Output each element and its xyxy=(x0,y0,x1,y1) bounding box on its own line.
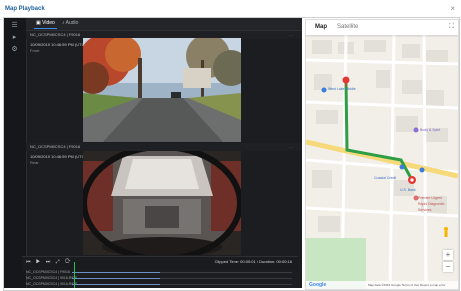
zoom-out-button[interactable]: − xyxy=(443,262,453,272)
map-attribution[interactable]: Map data ©2019 Google Terms of Use Repor… xyxy=(368,281,445,289)
list-icon[interactable]: ☰ xyxy=(10,21,19,30)
zoom-in-button[interactable]: + xyxy=(443,250,453,260)
left-rail: ☰ ▸ ⚙ xyxy=(4,18,27,288)
map-canvas[interactable] xyxy=(306,20,458,289)
poi-label[interactable]: Premier Urgent xyxy=(418,196,442,200)
timeline-track[interactable]: NC_OCSPM0CSC4 | F9016 xyxy=(22,270,298,275)
window-title: Map Playback xyxy=(5,6,45,12)
tab-audio[interactable]: ♪ Audio xyxy=(62,20,78,26)
media-tabs: ▣ Video ♪ Audio xyxy=(26,18,302,31)
map-type-tabs: Map Satellite ⛶ xyxy=(306,20,458,35)
playhead[interactable] xyxy=(74,262,75,288)
timeline-track[interactable]: NC_OCSPM0CSC4 | 9016-RIDE xyxy=(22,276,298,281)
track-bar xyxy=(72,278,292,279)
tab-video[interactable]: ▣ Video xyxy=(34,20,57,29)
playback-controls: ⏮ ▶ ⏭ ⤢ ⟳ Clipped Time: 00:00:01 / Durat… xyxy=(22,256,298,271)
tab-map[interactable]: Map xyxy=(315,24,327,30)
timeline-track[interactable]: NC_OCSPM0CSC4 | 9016-RIDE xyxy=(22,282,298,287)
front-camera-video[interactable] xyxy=(83,38,241,142)
map-footer: Map data ©2019 Google Terms of Use Repor… xyxy=(306,281,458,289)
tab-audio-label: Audio xyxy=(65,20,79,26)
vehicle-marker[interactable] xyxy=(408,176,416,184)
camera-2-label: Rear xyxy=(30,160,39,165)
tab-satellite[interactable]: Satellite xyxy=(337,24,358,30)
poi-label[interactable]: Body & Spirit xyxy=(420,128,440,132)
settings-icon[interactable]: ⚙ xyxy=(10,45,19,54)
poi-label[interactable]: West Lake Middle xyxy=(328,87,356,91)
track-bar xyxy=(72,284,292,285)
track-label: NC_OCSPM0CSC4 | 9016-RIDE xyxy=(26,276,78,280)
tab-video-label: Video xyxy=(42,20,55,26)
close-icon[interactable]: × xyxy=(450,4,455,13)
poi-label[interactable]: U.S. Bank xyxy=(400,188,416,192)
expand-icon[interactable]: ▸ xyxy=(10,33,19,42)
track-label: NC_OCSPM0CSC4 | F9016 xyxy=(26,270,70,274)
camera-1-label: Front xyxy=(30,48,40,53)
poi-label[interactable]: Coastal Credit xyxy=(374,176,396,180)
track-label: NC_OCSPM0CSC4 | 9016-RIDE xyxy=(26,282,78,286)
clip-duration: Clipped Time: 00:00:01 / Duration: 00:00… xyxy=(214,259,292,264)
playback-buttons[interactable]: ⏮ ▶ ⏭ ⤢ ⟳ xyxy=(26,259,72,265)
fullscreen-icon[interactable]: ⛶ xyxy=(449,23,454,31)
poi-label[interactable]: Rapid Diagnostic xyxy=(418,202,444,206)
audio-icon: ♪ xyxy=(62,20,65,26)
video-icon: ▣ xyxy=(36,20,41,26)
map-panel[interactable]: Map Satellite ⛶ West Lake Middle Body & … xyxy=(305,19,459,290)
google-logo: Google xyxy=(309,282,327,288)
camera-2-header: NC_OCSPM0CSC4 | F9016 xyxy=(26,143,302,151)
camera-2-timestamp: 10/09/2019 10:46:59 PM (UTC) xyxy=(30,154,86,159)
poi-label[interactable]: Services xyxy=(418,208,431,212)
interior-camera-video[interactable] xyxy=(83,151,241,255)
camera-1-timestamp: 10/09/2019 10:46:59 PM (UTC) xyxy=(30,42,86,47)
track-bar xyxy=(72,272,292,273)
street-view-pegman-icon[interactable] xyxy=(444,227,448,237)
